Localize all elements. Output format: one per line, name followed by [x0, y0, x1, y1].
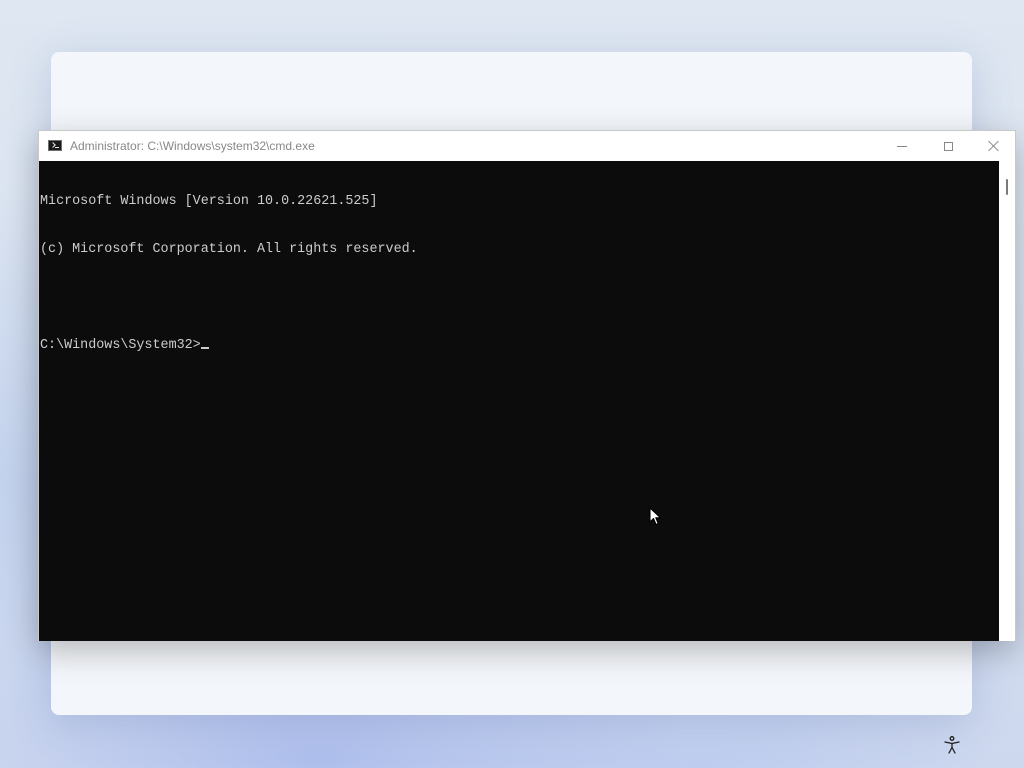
command-prompt-window[interactable]: Administrator: C:\Windows\system32\cmd.e…	[38, 130, 1016, 641]
minimize-button[interactable]	[879, 131, 925, 161]
title-bar[interactable]: Administrator: C:\Windows\system32\cmd.e…	[39, 131, 1015, 161]
scrollbar-thumb[interactable]	[1006, 179, 1008, 195]
accessibility-icon[interactable]	[942, 735, 962, 755]
console-line: (c) Microsoft Corporation. All rights re…	[40, 242, 418, 257]
command-prompt: C:\Windows\System32>	[40, 338, 201, 353]
close-icon	[988, 140, 1000, 152]
mouse-pointer-icon	[649, 507, 662, 526]
maximize-button[interactable]	[925, 131, 971, 161]
console-line: Microsoft Windows [Version 10.0.22621.52…	[40, 194, 378, 209]
maximize-icon	[943, 141, 953, 151]
window-title: Administrator: C:\Windows\system32\cmd.e…	[70, 139, 315, 153]
close-button[interactable]	[971, 131, 1017, 161]
minimize-icon	[897, 145, 907, 147]
vertical-scrollbar[interactable]	[999, 161, 1015, 641]
console-output[interactable]: Microsoft Windows [Version 10.0.22621.52…	[39, 161, 999, 641]
cmd-icon	[48, 140, 62, 151]
prompt-line[interactable]: C:\Windows\System32>	[40, 338, 999, 354]
text-cursor	[200, 347, 209, 349]
